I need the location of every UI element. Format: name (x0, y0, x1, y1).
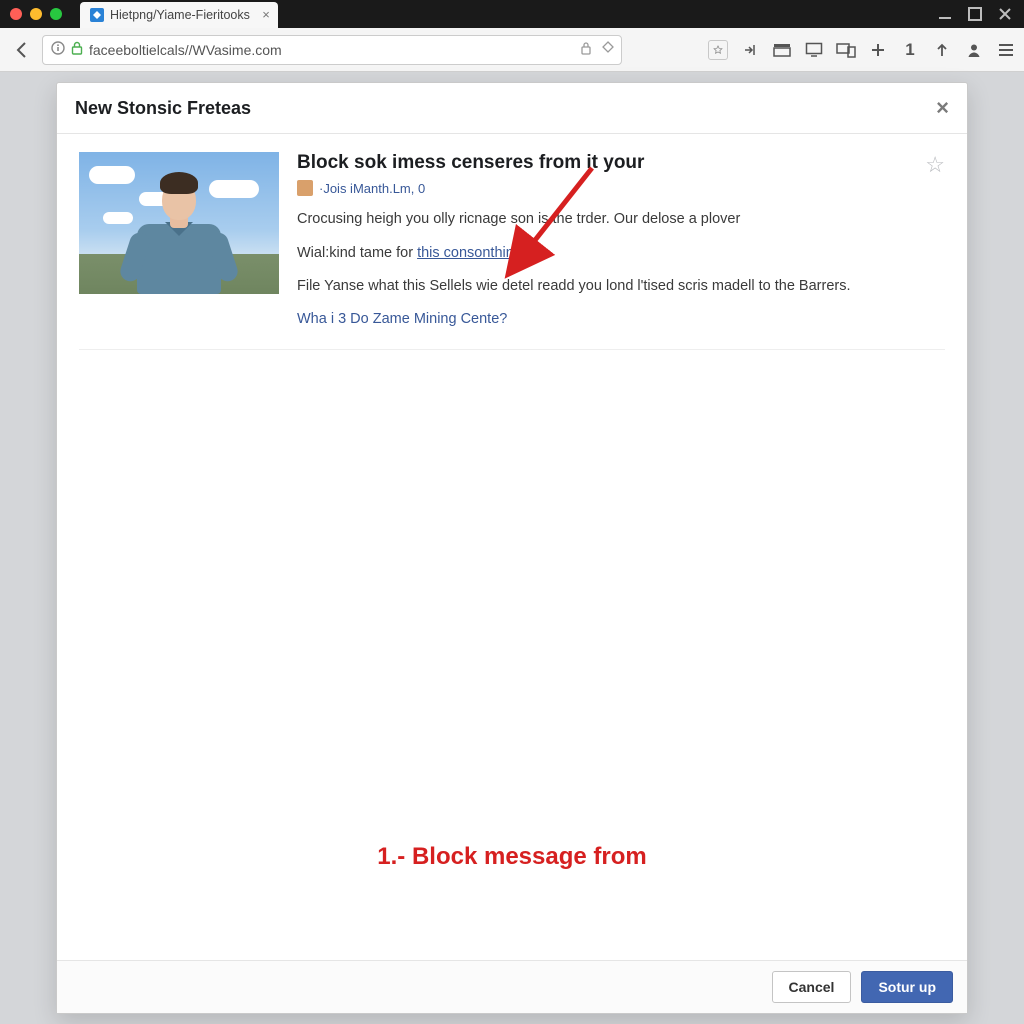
news-thumbnail (79, 152, 279, 294)
add-icon[interactable] (868, 40, 888, 60)
tab-title: Hietpng/Yiame-Fieritooks (110, 8, 250, 22)
news-item: ☆ Block sok imess censeres from it your … (79, 152, 945, 350)
tab-favicon (90, 8, 104, 22)
browser-tab[interactable]: Hietpng/Yiame-Fieritooks × (80, 2, 278, 28)
back-button[interactable] (8, 36, 36, 64)
cancel-button[interactable]: Cancel (772, 971, 852, 1003)
site-info-icon[interactable] (51, 41, 65, 58)
browser-toolbar: faceeboltielcals//WVasime.com 1 (0, 28, 1024, 72)
news-headline: Block sok imess censeres from it your (297, 152, 945, 174)
news-meta: ·Jois iManth.Lm, 0 (297, 180, 945, 196)
desktop-icon[interactable] (804, 40, 824, 60)
traffic-lights (10, 8, 62, 20)
toolbar-right-icons: 1 (708, 40, 1016, 60)
profile-icon[interactable] (964, 40, 984, 60)
address-bar[interactable]: faceeboltielcals//WVasime.com (42, 35, 622, 65)
window-minimize-button[interactable] (30, 8, 42, 20)
window-close-button[interactable] (10, 8, 22, 20)
news-content: ☆ Block sok imess censeres from it your … (297, 152, 945, 327)
news-paragraph-3: File Yanse what this Sellels wie detel r… (297, 277, 945, 297)
one-badge-icon[interactable]: 1 (900, 40, 920, 60)
dialog-title: New Stonsic Freteas (75, 98, 251, 119)
url-text: faceeboltielcals//WVasime.com (89, 42, 282, 58)
window-maximize-icon[interactable] (966, 5, 984, 23)
lock-icon (71, 41, 83, 58)
author-avatar-icon (297, 180, 313, 196)
window-minimize-icon[interactable] (936, 5, 954, 23)
dialog-body: ☆ Block sok imess censeres from it your … (57, 134, 967, 960)
sidebar-icon[interactable] (772, 40, 792, 60)
tab-close-icon[interactable]: × (262, 8, 270, 21)
news-dialog: New Stonsic Freteas × (56, 82, 968, 1014)
window-zoom-button[interactable] (50, 8, 62, 20)
devices-icon[interactable] (836, 40, 856, 60)
primary-action-button[interactable]: Sotur up (861, 971, 953, 1003)
favorite-star-icon[interactable]: ☆ (925, 152, 945, 178)
news-paragraph-1: Crocusing heigh you olly ricnage son is … (297, 210, 945, 230)
window-exit-icon[interactable] (996, 5, 1014, 23)
news-follow-link[interactable]: Wha i 3 Do Zame Mining Cente? (297, 311, 945, 327)
page-backdrop: New Stonsic Freteas × (0, 72, 1024, 1024)
dialog-footer: Cancel Sotur up (57, 960, 967, 1013)
reader-mode-icon[interactable] (579, 41, 593, 58)
hamburger-menu-icon[interactable] (996, 40, 1016, 60)
star-outline-icon[interactable] (708, 40, 728, 60)
bookmark-url-icon[interactable] (601, 41, 615, 58)
share-icon[interactable] (740, 40, 760, 60)
news-meta-text: ·Jois iManth.Lm, 0 (319, 181, 425, 196)
dialog-header: New Stonsic Freteas × (57, 83, 967, 134)
news-paragraph-2-link[interactable]: this consonthin (417, 245, 514, 261)
window-titlebar: Hietpng/Yiame-Fieritooks × (0, 0, 1024, 28)
dialog-close-button[interactable]: × (936, 97, 949, 119)
up-arrow-icon[interactable] (932, 40, 952, 60)
news-paragraph-2: Wial:kind tame for this consonthin (297, 244, 945, 264)
news-paragraph-2-prefix: Wial:kind tame for (297, 245, 417, 261)
